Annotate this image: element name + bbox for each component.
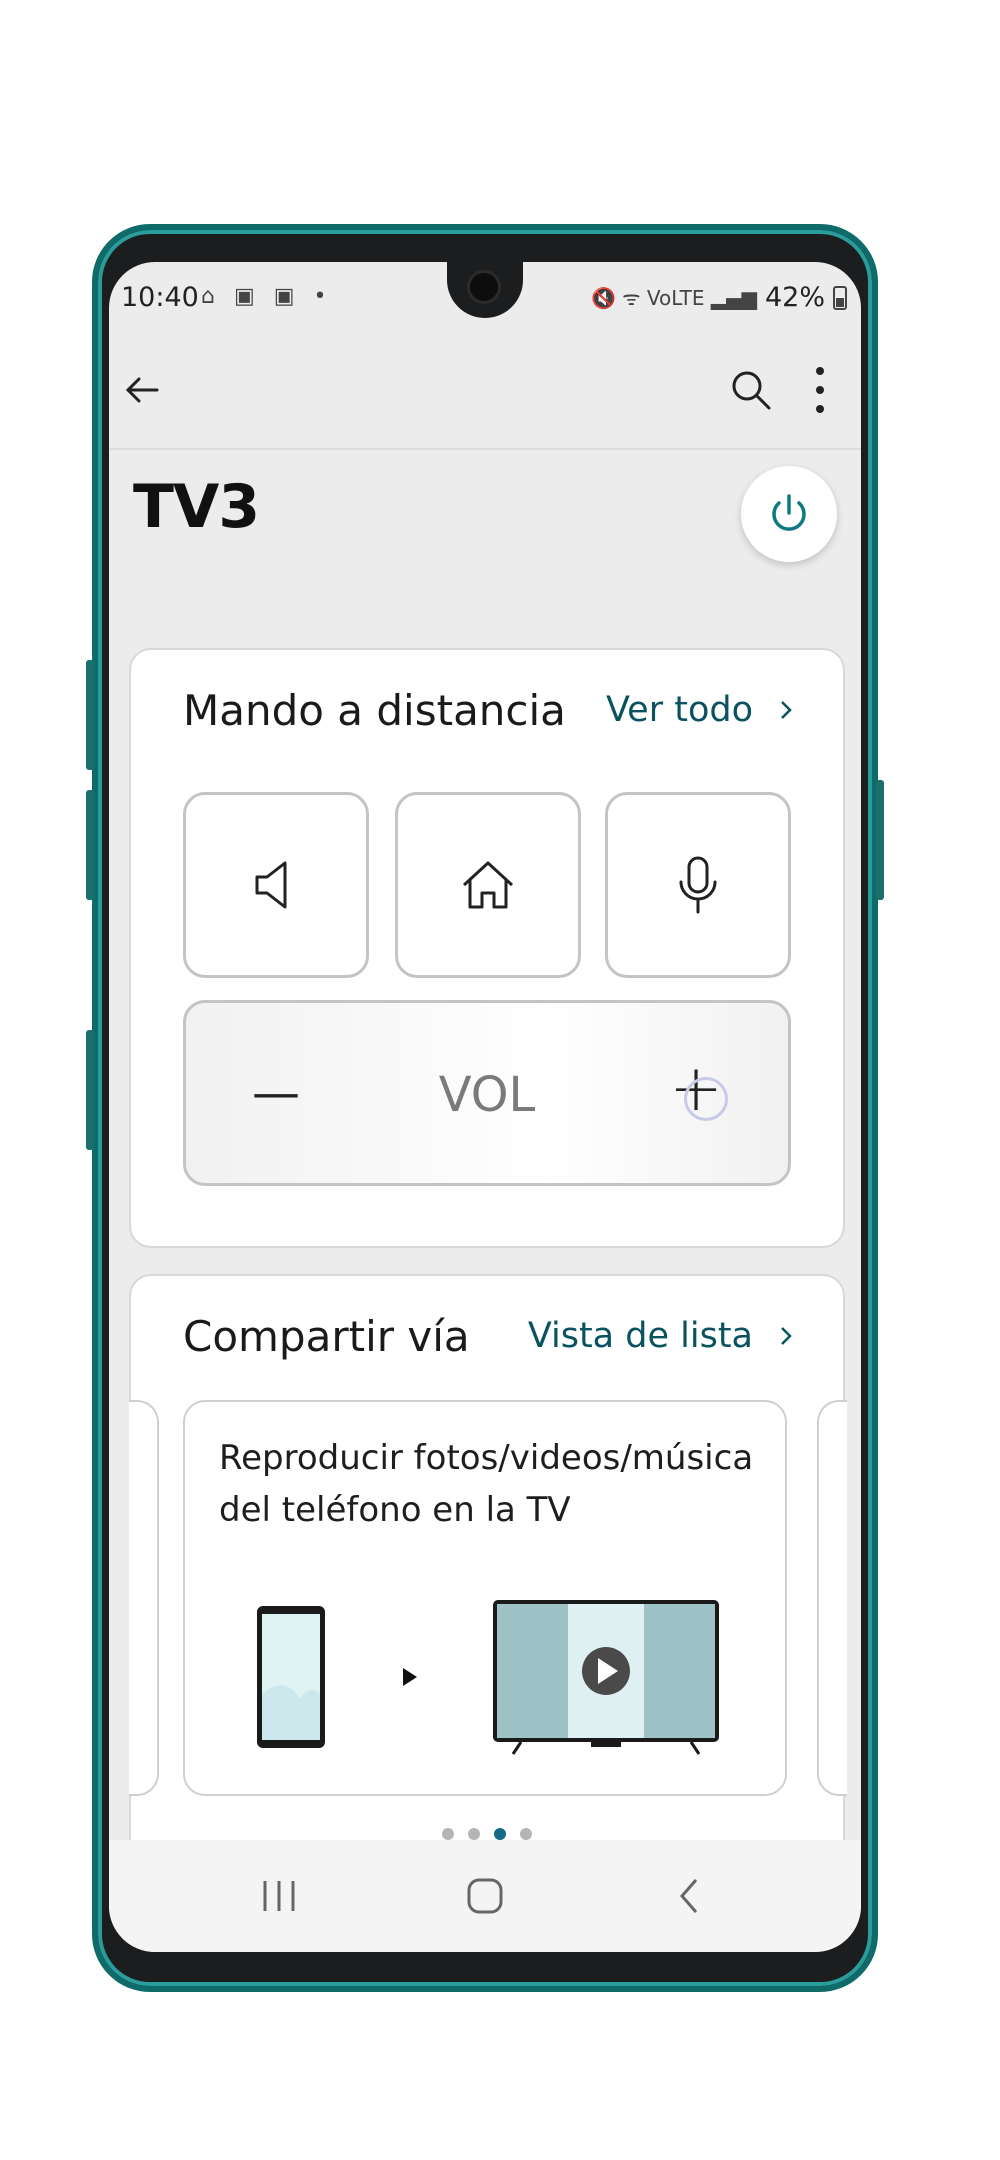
cast-arrow-icon [403, 1668, 417, 1686]
battery-icon [833, 285, 847, 310]
power-button[interactable] [741, 466, 837, 562]
home-nav-button[interactable] [435, 1866, 535, 1926]
share-screen-panel[interactable]: Reproducir fotos/videos/música del teléf… [183, 1400, 787, 1796]
touch-indicator [684, 1077, 728, 1121]
recent-apps-icon [263, 1881, 295, 1911]
home-circle-icon [467, 1878, 503, 1914]
status-system-icons: 🔇 ᯤ VoLTE ▂▄▆ [590, 286, 757, 310]
home-icon [462, 861, 514, 909]
see-all-link[interactable]: Ver todo [606, 690, 793, 730]
carousel-dot-1[interactable] [442, 1828, 454, 1840]
power-icon [772, 494, 806, 531]
system-nav-bar [109, 1840, 861, 1952]
recent-apps-button[interactable] [229, 1866, 329, 1926]
carousel-dot-3[interactable] [494, 1828, 506, 1840]
side-button-left-1 [86, 660, 94, 770]
volume-control: — VOL + [183, 1000, 791, 1186]
status-right-group: 🔇 ᯤ VoLTE ▂▄▆ 42% [591, 282, 847, 313]
side-button-right [876, 780, 884, 900]
status-time: 10:40 [121, 282, 199, 313]
carousel-dot-2[interactable] [468, 1828, 480, 1840]
side-button-left-3 [86, 1030, 94, 1150]
share-card-title: Compartir vía [183, 1312, 470, 1361]
voice-button[interactable] [605, 792, 791, 978]
remote-card-title: Mando a distancia [183, 686, 566, 735]
app-bar [109, 342, 861, 448]
back-nav-button[interactable] [639, 1866, 739, 1926]
mute-button[interactable] [183, 792, 369, 978]
microphone-icon [679, 856, 717, 914]
remote-card: Mando a distancia Ver todo — VOL + [129, 648, 845, 1248]
carousel-dot-4[interactable] [520, 1828, 532, 1840]
back-chevron-icon [680, 1879, 698, 1913]
home-button[interactable] [395, 792, 581, 978]
back-button[interactable] [113, 360, 173, 420]
chevron-right-icon [781, 1327, 792, 1345]
status-notification-icons: ⌂ ▣ ▣ • [201, 284, 333, 309]
see-all-label: Ver todo [605, 690, 753, 730]
speaker-icon [255, 861, 287, 909]
more-options-button[interactable] [795, 358, 845, 422]
share-description: Reproducir fotos/videos/música del teléf… [219, 1438, 754, 1530]
previous-panel-edge[interactable] [129, 1400, 159, 1796]
page-title: TV3 [133, 472, 260, 542]
list-view-label: Vista de lista [527, 1316, 753, 1356]
share-card: Compartir vía Vista de lista Reproducir … [129, 1274, 847, 1914]
volume-up-button[interactable]: + [646, 1039, 746, 1139]
app-bar-divider [109, 448, 861, 450]
more-vertical-icon [816, 367, 824, 413]
status-bar: 10:40 ⌂ ▣ ▣ • 🔇 ᯤ VoLTE ▂▄▆ 42% [109, 262, 861, 332]
carousel-indicator [131, 1828, 843, 1840]
next-panel-edge[interactable] [817, 1400, 847, 1796]
search-button[interactable] [719, 358, 783, 422]
back-arrow-icon [125, 377, 159, 403]
phone-illustration-icon [257, 1606, 325, 1748]
side-button-left-2 [86, 790, 94, 900]
chevron-right-icon [781, 701, 792, 719]
list-view-link[interactable]: Vista de lista [528, 1316, 793, 1356]
search-icon [732, 371, 771, 410]
phone-screen: 10:40 ⌂ ▣ ▣ • 🔇 ᯤ VoLTE ▂▄▆ 42% TV3 Mand… [109, 262, 861, 1952]
tv-illustration-icon [493, 1600, 719, 1755]
battery-percent: 42% [764, 282, 825, 313]
